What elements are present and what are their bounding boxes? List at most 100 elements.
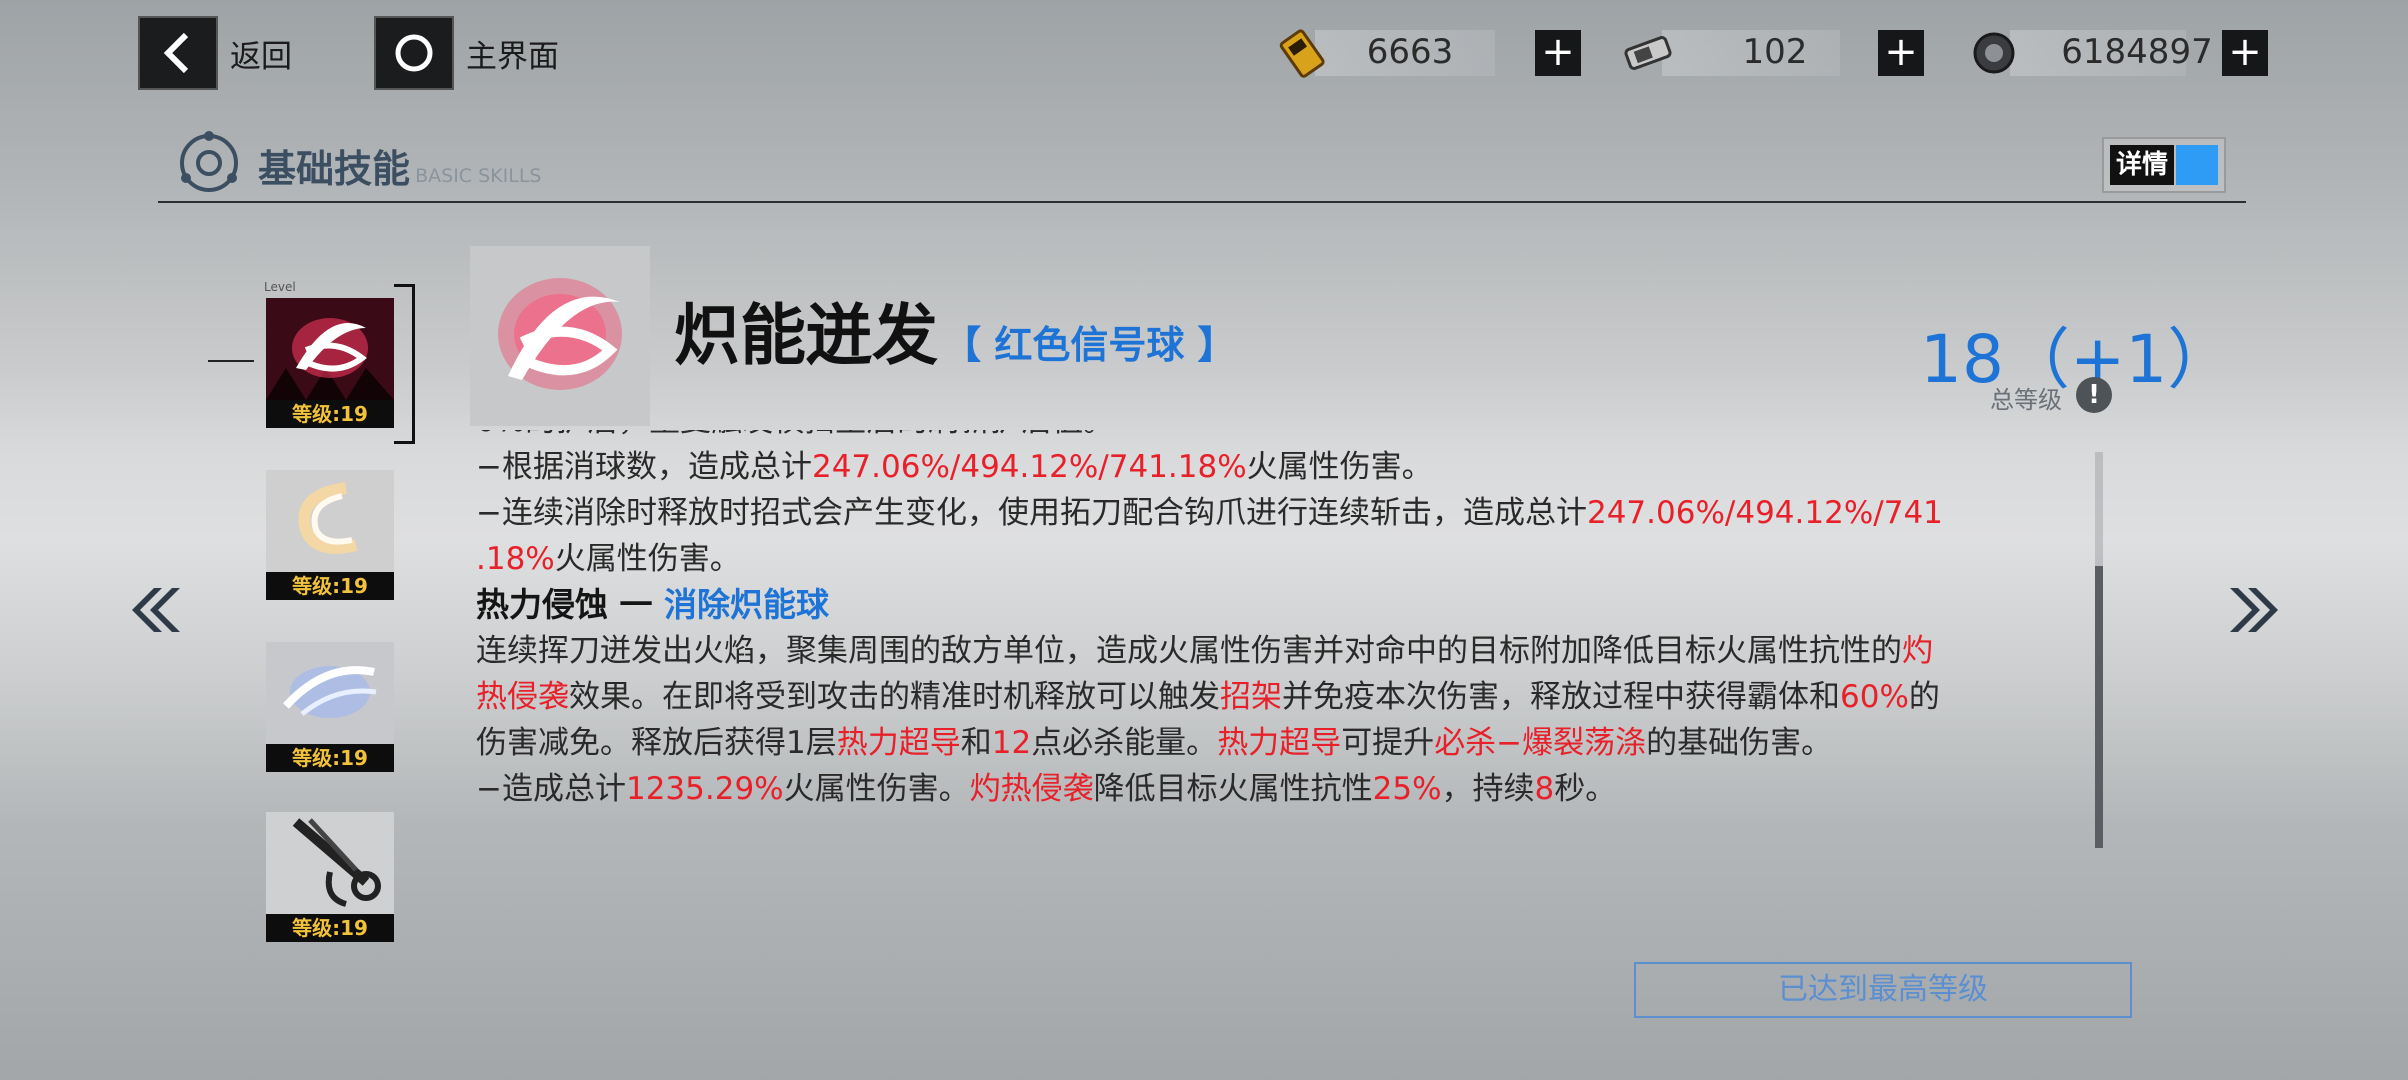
next-skill-button[interactable] <box>2226 580 2286 640</box>
desc-text: 火属性伤害。 <box>783 771 970 807</box>
skill-level-badge: 等级:19 <box>266 400 394 428</box>
desc-highlight: 25% <box>1372 771 1442 807</box>
back-label: 返回 <box>230 38 292 75</box>
tank-ticket-icon <box>1620 25 1676 81</box>
double-chevron-right-icon <box>2230 588 2278 632</box>
detail-toggle[interactable]: 详情 <box>2102 137 2226 193</box>
skill-description[interactable]: 0%的护盾，重复触发横扫坚盾的刷新护盾值。 −根据消球数，造成总计247.06%… <box>476 430 2076 850</box>
detail-label: 详情 <box>2110 145 2174 185</box>
desc-highlight: 60% <box>1840 679 1909 715</box>
desc-text: 可提升 <box>1341 725 1435 761</box>
resource-coin: 6184897 + <box>1966 24 2276 82</box>
skill-level-badge: 等级:19 <box>266 914 394 942</box>
resource-ticket: 102 + <box>1620 24 1924 82</box>
selected-skill-title: 炽能迸发 【 红色信号球 】 <box>674 282 1236 378</box>
desc-text: 点必杀能量。 <box>1031 725 1218 761</box>
description-content: 0%的护盾，重复触发横扫坚盾的刷新护盾值。 −根据消球数，造成总计247.06%… <box>476 430 1943 812</box>
total-level-caption: 总等级 <box>1990 386 2062 414</box>
description-line: .18%火属性伤害。 <box>476 536 1943 582</box>
description-line: 热侵袭效果。在即将受到攻击的精准时机释放可以触发招架并免疫本次伤害，释放过程中获… <box>476 674 1943 720</box>
desc-text: ，持续 <box>1441 771 1535 807</box>
selected-skill-icon <box>470 246 650 426</box>
skill-tag: 【 红色信号球 】 <box>943 323 1236 367</box>
desc-text: 降低目标火属性抗性 <box>1093 771 1373 807</box>
desc-highlight: 247.06%/494.12%/741 <box>1586 495 1943 531</box>
detail-switch-indicator <box>2176 145 2218 185</box>
desc-highlight: 热侵袭 <box>476 679 569 715</box>
selection-pointer <box>208 360 254 362</box>
description-line: −根据消球数，造成总计247.06%/494.12%/741.18%火属性伤害。 <box>476 444 1943 490</box>
desc-highlight: 12 <box>991 725 1032 761</box>
desc-text: 的 <box>1908 679 1940 715</box>
desc-highlight: 热力超导 <box>836 725 961 761</box>
section-subtitle: BASIC SKILLS <box>415 165 542 187</box>
description-line: −造成总计1235.29%火属性伤害。灼热侵袭降低目标火属性抗性25%，持续8秒… <box>476 766 1943 812</box>
section-title-text: 基础技能 <box>258 147 411 191</box>
desc-text: 并免疫本次伤害，释放过程中获得霸体和 <box>1282 679 1840 715</box>
desc-text: 和 <box>960 725 992 761</box>
desc-text: 的基础伤害。 <box>1646 725 1833 761</box>
red-slash-skill-icon <box>266 298 394 400</box>
desc-text: 秒。 <box>1554 771 1617 807</box>
skill-item-1[interactable]: 等级:19 <box>266 298 394 428</box>
desc-highlight: 热力超导 <box>1217 725 1342 761</box>
add-ticket-button[interactable]: + <box>1878 30 1924 76</box>
desc-highlight: 247.06%/494.12%/741.18% <box>811 449 1247 485</box>
skill-item-4[interactable]: 等级:19 <box>266 812 394 942</box>
yellow-flame-skill-icon <box>266 470 394 572</box>
desc-text: 效果。在即将受到攻击的精准时机释放可以触发 <box>569 679 1220 715</box>
section-title: 基础技能 BASIC SKILLS <box>258 138 541 193</box>
selection-bracket <box>394 284 415 444</box>
resource-gold: 6663 + <box>1275 24 1581 82</box>
max-level-button[interactable]: 已达到最高等级 <box>1634 962 2132 1018</box>
gold-card-icon <box>1275 25 1331 81</box>
back-button[interactable]: 返回 <box>140 18 292 88</box>
skill-name: 炽能迸发 <box>674 297 938 374</box>
skill-item-3[interactable]: 等级:19 <box>266 642 394 772</box>
desc-highlight: 8 <box>1534 771 1555 807</box>
skill-level-badge: 等级:19 <box>266 572 394 600</box>
prev-skill-button[interactable] <box>124 580 184 640</box>
blue-slash-skill-icon <box>266 642 394 744</box>
desc-text: −连续消除时释放时招式会产生变化，使用拓刀配合钩爪进行连续斩击，造成总计 <box>476 495 1587 531</box>
chevron-left-icon <box>140 18 216 88</box>
description-line: −连续消除时释放时招式会产生变化，使用拓刀配合钩爪进行连续斩击，造成总计247.… <box>476 490 1943 536</box>
resource-coin-value: 6184897 <box>2061 32 2213 72</box>
resource-gold-value: 6663 <box>1366 32 1454 72</box>
weapon-hook-skill-icon <box>266 812 394 914</box>
desc-text: 伤害减免。释放后获得1层 <box>476 725 837 761</box>
desc-text: −根据消球数，造成总计 <box>476 449 812 485</box>
circle-home-icon <box>376 18 452 88</box>
resource-ticket-value: 102 <box>1742 32 1808 72</box>
desc-highlight: 招架 <box>1220 679 1282 715</box>
desc-highlight: 1235.29% <box>625 771 784 807</box>
add-coin-button[interactable]: + <box>2222 30 2268 76</box>
description-cut-line: 0%的护盾，重复触发横扫坚盾的刷新护盾值。 <box>476 430 1943 444</box>
gear-coin-icon <box>1966 25 2022 81</box>
cut-line-text: 0%的护盾，重复触发横扫坚盾的刷新护盾值。 <box>476 430 1114 439</box>
home-button[interactable]: 主界面 <box>376 18 559 88</box>
skill-level-badge: 等级:19 <box>266 744 394 772</box>
description-scrollbar-thumb[interactable] <box>2095 566 2103 848</box>
desc-text: −造成总计 <box>476 771 626 807</box>
desc-text: 连续挥刀迸发出火焰，聚集周围的敌方单位，造成火属性伤害并对命中的目标附加降低目标… <box>476 633 1902 669</box>
desc-text: 火属性伤害。 <box>1246 449 1433 485</box>
description-line: 连续挥刀迸发出火焰，聚集周围的敌方单位，造成火属性伤害并对命中的目标附加降低目标… <box>476 628 1943 674</box>
double-chevron-left-icon <box>132 588 180 632</box>
desc-text: 火属性伤害。 <box>554 541 741 577</box>
description-subtitle: 热力侵蚀 一 消除炽能球 <box>476 582 1943 628</box>
skill-orbit-icon <box>176 130 242 196</box>
desc-highlight: 必杀−爆裂荡涤 <box>1434 725 1647 761</box>
description-line: 伤害减免。释放后获得1层热力超导和12点必杀能量。热力超导可提升必杀−爆裂荡涤的… <box>476 720 1943 766</box>
subtitle-tag: 消除炽能球 <box>663 585 829 624</box>
header-divider <box>158 201 2246 203</box>
info-icon[interactable]: ! <box>2076 377 2112 413</box>
desc-highlight: 灼 <box>1902 633 1933 669</box>
level-caption: Level <box>264 280 296 294</box>
subtitle-text: 热力侵蚀 一 <box>476 585 664 624</box>
description-scrollbar-track[interactable] <box>2095 452 2103 848</box>
skill-item-2[interactable]: 等级:19 <box>266 470 394 600</box>
desc-highlight: .18% <box>476 541 555 577</box>
add-gold-button[interactable]: + <box>1535 30 1581 76</box>
desc-highlight: 灼热侵袭 <box>969 771 1094 807</box>
